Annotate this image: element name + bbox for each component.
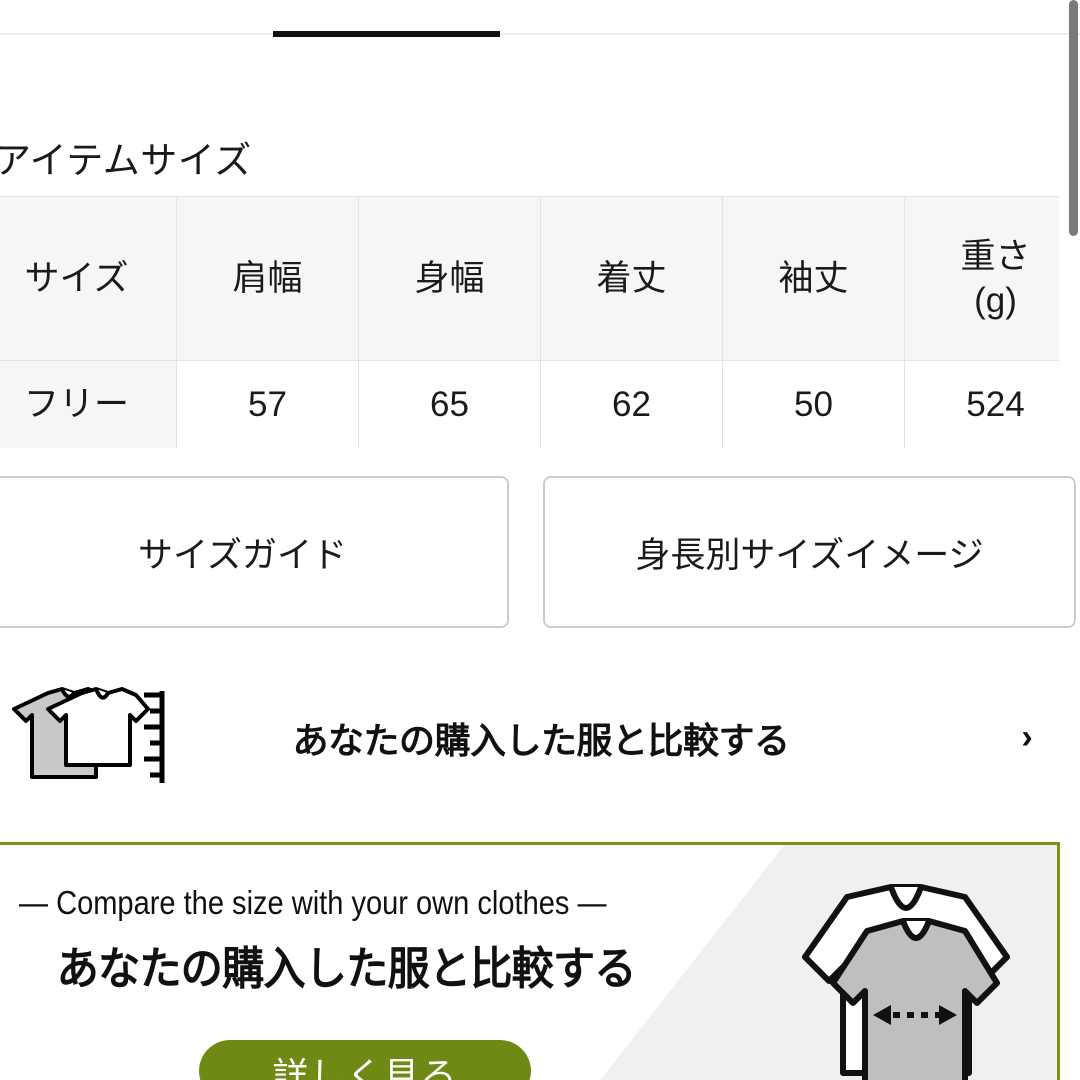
size-table-body: フリー 57 65 62 50 524 [0,360,1059,448]
table-row: フリー 57 65 62 50 524 [0,360,1059,448]
size-table-container: サイズ 肩幅 身幅 着丈 袖丈 重さ (g) フリー 57 65 62 50 5… [0,196,1059,448]
cell-chest-value: 65 [358,360,541,448]
cell-weight-value: 524 [904,360,1059,448]
size-table-head: サイズ 肩幅 身幅 着丈 袖丈 重さ (g) [0,196,1059,361]
size-table: サイズ 肩幅 身幅 着丈 袖丈 重さ (g) フリー 57 65 62 50 5… [0,196,1059,448]
table-header-row: サイズ 肩幅 身幅 着丈 袖丈 重さ (g) [0,196,1059,361]
table-header-shoulder: 肩幅 [176,196,359,361]
height-size-image-button[interactable]: 身長別サイズイメージ [543,476,1076,628]
compare-clothes-row[interactable]: あなたの購入した服と比較する › [0,660,1080,815]
product-size-section-screen: アイテムサイズ サイズ 肩幅 身幅 着丈 袖丈 重さ (g) フリー 57 65… [0,0,1080,1080]
banner-headline: あなたの購入した服と比較する [56,943,637,994]
guide-button-group: サイズガイド 身長別サイズイメージ [0,476,1080,628]
banner-cta-button[interactable]: 詳しく見る [199,1040,531,1080]
table-header-weight-label: 重さ [960,236,1031,276]
tab-active-underline[interactable] [273,31,500,37]
banner-eyebrow-text: — Compare the size with your own clothes… [19,884,607,921]
vertical-scrollbar[interactable] [1068,0,1080,1080]
size-guide-button[interactable]: サイズガイド [0,476,509,628]
cell-length-value: 62 [540,360,723,448]
table-header-sleeve: 袖丈 [722,196,905,361]
two-tshirts-measure-icon [751,873,1051,1080]
compare-clothes-label: あなたの購入した服と比較する [292,719,790,761]
chevron-right-icon: › [1021,718,1033,756]
cell-sleeve-value: 50 [722,360,905,448]
scrollbar-thumb[interactable] [1069,0,1078,236]
tab-strip [0,0,1080,38]
table-header-length: 着丈 [540,196,723,361]
table-header-weight: 重さ (g) [904,196,1059,361]
table-header-weight-unit: (g) [974,280,1017,320]
cell-size-value: フリー [0,360,177,448]
cell-shoulder-value: 57 [176,360,359,448]
table-header-size: サイズ [0,196,177,361]
page-title: アイテムサイズ [0,140,252,181]
compare-promo-banner[interactable]: — Compare the size with your own clothes… [0,842,1060,1080]
table-header-chest: 身幅 [358,196,541,361]
tab-strip-divider [0,33,1080,35]
